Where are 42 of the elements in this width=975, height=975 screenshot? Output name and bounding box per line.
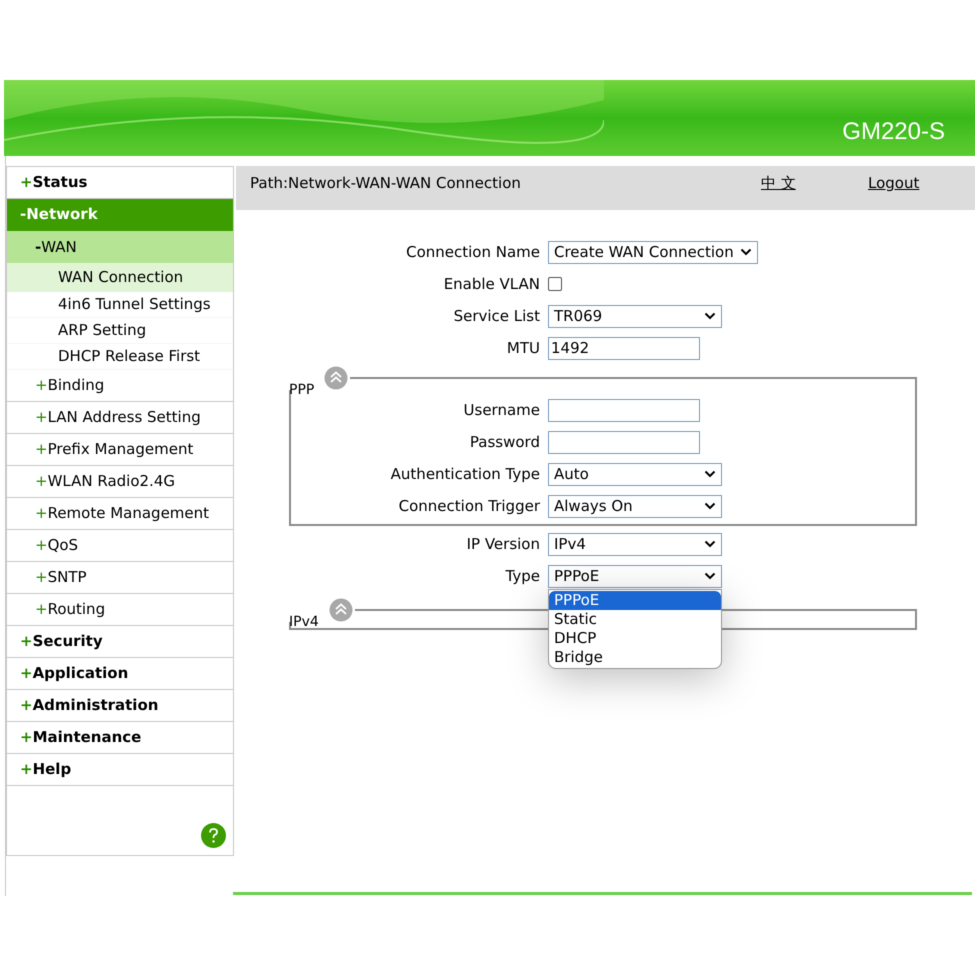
select-field[interactable]: Create WAN Connection <box>548 240 758 264</box>
input-field[interactable]: 1492 <box>548 336 700 360</box>
submenu-item[interactable]: -WAN <box>7 231 233 263</box>
device-model: GM220-S <box>842 117 945 147</box>
chevron-down-icon <box>704 540 716 548</box>
input-field[interactable] <box>548 398 700 422</box>
field-label: Password <box>470 432 540 453</box>
fieldset-legend: IPv4 <box>289 614 319 630</box>
collapse-icon[interactable] <box>324 366 348 390</box>
submenu-link[interactable]: WAN Connection <box>7 263 233 292</box>
field-label: Service List <box>454 306 540 327</box>
checkbox[interactable] <box>548 277 562 291</box>
fieldset-legend: PPP <box>289 382 314 398</box>
language-link[interactable]: 中 文 <box>761 172 868 194</box>
field-label: Username <box>464 400 540 421</box>
select-field[interactable]: Auto <box>548 462 722 486</box>
dropdown-option[interactable]: Bridge <box>549 648 721 666</box>
dropdown-option[interactable]: Static <box>549 610 721 628</box>
select-field[interactable]: IPv4 <box>548 532 722 556</box>
select-field[interactable]: TR069 <box>548 304 722 328</box>
field-label: Authentication Type <box>390 464 540 485</box>
field-label: Enable VLAN <box>444 274 540 295</box>
chevron-down-icon <box>704 572 716 580</box>
dropdown-option[interactable]: DHCP <box>549 628 721 648</box>
collapse-icon[interactable] <box>328 598 353 622</box>
chevron-down-icon <box>704 312 716 320</box>
field-label: IP Version <box>466 534 540 555</box>
chevron-down-icon <box>740 248 752 256</box>
field-label: MTU <box>506 338 540 359</box>
input-field[interactable] <box>548 430 700 454</box>
dropdown-option[interactable]: PPPoE <box>549 590 721 610</box>
field-label: Type <box>506 566 540 587</box>
breadcrumb-path: Path:Network-WAN-WAN Connection <box>250 173 522 194</box>
field-label: Connection Name <box>406 242 540 263</box>
select-field[interactable]: PPPoE <box>548 564 722 588</box>
chevron-down-icon <box>704 502 716 510</box>
logout-link[interactable]: Logout <box>868 172 920 194</box>
select-field[interactable]: Always On <box>548 494 722 518</box>
field-label: Connection Trigger <box>398 496 540 517</box>
help-icon[interactable] <box>201 823 226 848</box>
chevron-down-icon <box>704 470 716 478</box>
menu-item[interactable]: -Network <box>7 199 233 231</box>
